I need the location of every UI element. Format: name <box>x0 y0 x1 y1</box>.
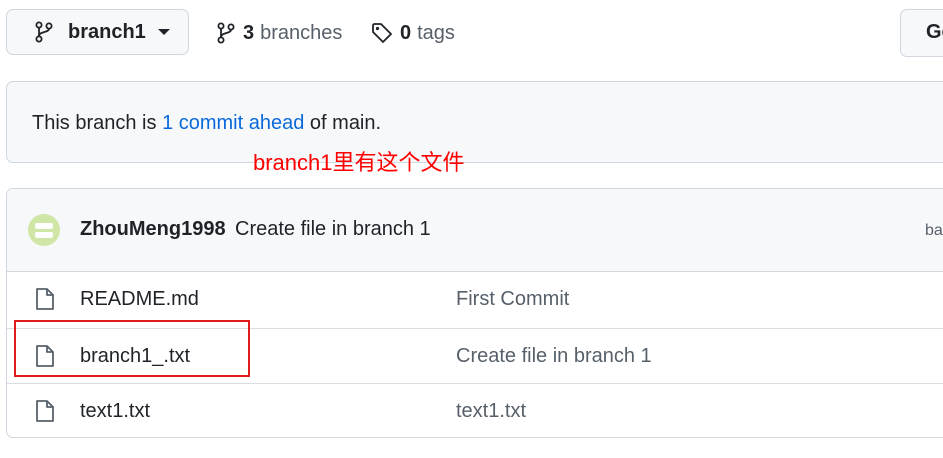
tags-count: 0 <box>400 21 412 44</box>
banner-suffix: of main. <box>304 112 382 134</box>
chevron-down-icon <box>157 29 170 35</box>
go-to-file-button[interactable]: Go <box>900 9 943 57</box>
tag-icon <box>371 22 393 44</box>
branches-label: branches <box>260 21 343 44</box>
file-icon <box>34 287 56 311</box>
tags-link[interactable]: 0 tags <box>371 20 455 46</box>
commit-author-link[interactable]: ZhouMeng1998 <box>80 218 226 241</box>
avatar[interactable] <box>28 214 60 246</box>
commits-ahead-link[interactable]: 1 commit ahead <box>162 112 304 134</box>
branch-selector-button[interactable]: branch1 <box>6 9 189 55</box>
commit-message-link[interactable]: Create file in branch 1 <box>235 218 431 241</box>
branches-link[interactable]: 3 branches <box>216 20 342 46</box>
git-branch-icon <box>34 21 54 43</box>
file-name-link[interactable]: text1.txt <box>80 400 150 423</box>
branch-comparison-banner: This branch is 1 commit ahead of main. <box>6 81 943 163</box>
branch-name: branch1 <box>68 20 146 43</box>
annotation-highlight-box <box>14 320 250 377</box>
file-commit-message-link[interactable]: Create file in branch 1 <box>456 345 652 368</box>
latest-commit-bar: ZhouMeng1998 Create file in branch 1 ba <box>7 189 943 272</box>
branches-count: 3 <box>243 21 255 44</box>
file-name-link[interactable]: README.md <box>80 288 199 311</box>
commit-sha-link[interactable]: ba <box>925 222 943 240</box>
file-icon <box>34 399 56 423</box>
tags-label: tags <box>417 21 455 44</box>
file-commit-message-link[interactable]: text1.txt <box>456 400 526 423</box>
annotation-text: branch1里有这个文件 <box>253 150 465 175</box>
file-row[interactable]: text1.txt text1.txt <box>7 383 943 437</box>
branch-comparison-text: This branch is 1 commit ahead of main. <box>32 112 381 135</box>
banner-prefix: This branch is <box>32 112 163 134</box>
git-branch-icon <box>216 22 236 44</box>
file-list: ZhouMeng1998 Create file in branch 1 ba … <box>6 188 943 438</box>
file-commit-message-link[interactable]: First Commit <box>456 288 569 311</box>
